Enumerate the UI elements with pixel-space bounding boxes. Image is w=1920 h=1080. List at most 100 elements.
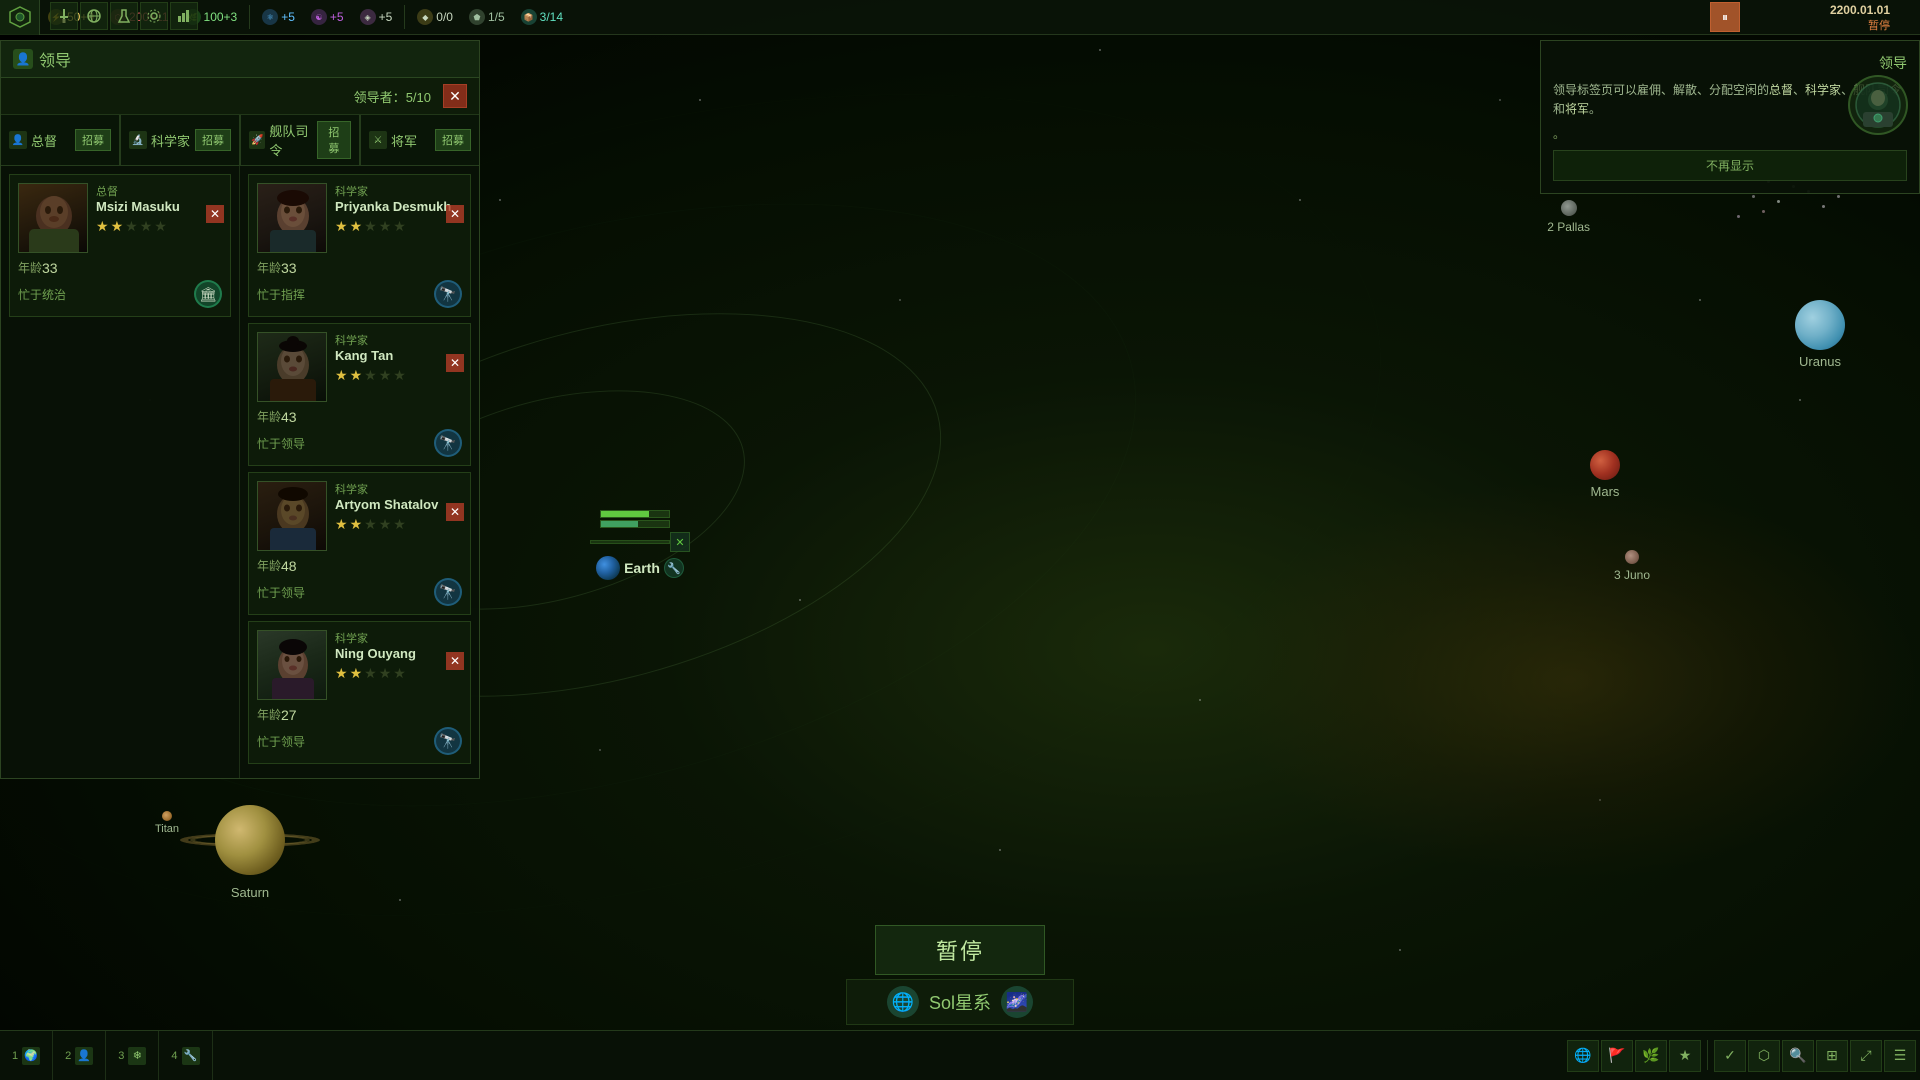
- tab-scientist[interactable]: 🔬 科学家 招募: [121, 115, 241, 165]
- no-show-button[interactable]: 不再显示: [1553, 150, 1907, 181]
- scientist-portrait-3: [257, 630, 327, 700]
- scientist-close-0[interactable]: ✕: [446, 205, 464, 223]
- scientist-close-3[interactable]: ✕: [446, 652, 464, 670]
- tool-btn-globe[interactable]: [80, 2, 108, 30]
- right-panel-title: 领导: [1553, 53, 1907, 73]
- earth-bar-1: [600, 510, 670, 518]
- saturn-planet[interactable]: Saturn: [180, 795, 320, 900]
- earth-planet-icon: [596, 556, 620, 580]
- tool-btn-gear[interactable]: [140, 2, 168, 30]
- pause-button[interactable]: ⏸: [1710, 2, 1740, 32]
- earth-name-label: Earth: [624, 560, 660, 576]
- minimap-btn-globe[interactable]: 🌐: [1567, 1040, 1599, 1072]
- empire-logo[interactable]: [0, 0, 40, 35]
- scientist-card-0: 科学家 Priyanka Desmukh ★★ ★★★ 年龄 33 忙于指挥: [248, 174, 471, 317]
- titan-indicator[interactable]: Titan: [155, 811, 179, 835]
- bottom-tab-2[interactable]: 3 ❄: [106, 1031, 159, 1080]
- governor-info-0: 总督 Msizi Masuku ★★ ★★★: [96, 183, 222, 253]
- scientist-name-0: Priyanka Desmukh: [335, 199, 462, 214]
- tool-btn-chart[interactable]: [170, 2, 198, 30]
- right-panel: 领导 领导标签页可以雇佣、解散、分配空闲的总督、科学家、舰队司令和将军。 。 不…: [1540, 40, 1920, 198]
- bottom-tab-3[interactable]: 4 🔧: [159, 1031, 212, 1080]
- governor-portrait-0: [18, 183, 88, 253]
- scientist-status-icon-2: 🔭: [434, 578, 462, 606]
- leader-panel-title: 领导: [39, 47, 71, 71]
- bottom-tab-icon-0: 🌍: [22, 1047, 40, 1065]
- minimap-btn-expand[interactable]: ⤢: [1850, 1040, 1882, 1072]
- bottom-tab-icon-3: 🔧: [182, 1047, 200, 1065]
- governor-close-0[interactable]: ✕: [206, 205, 224, 223]
- scientist-recruit-button[interactable]: 招募: [195, 129, 231, 151]
- mars-planet[interactable]: Mars: [1590, 450, 1620, 499]
- system-galaxy-icon[interactable]: 🌌: [1001, 986, 1033, 1018]
- close-leader-panel-button[interactable]: ✕: [443, 84, 467, 108]
- scientist-tab-icon: 🔬: [129, 131, 147, 149]
- governor-column: 总督 Msizi Masuku ★★ ★★★ 年龄 33 忙于统治 🏛: [1, 166, 240, 778]
- scientist-info-2: 科学家 Artyom Shatalov ★★ ★★★: [335, 481, 462, 551]
- scientist-type-3: 科学家: [335, 630, 462, 646]
- scientist-status-row-0: 忙于指挥 🔭: [257, 280, 462, 308]
- juno-planet[interactable]: 3 Juno: [1614, 550, 1650, 582]
- resource-alloy: ⬟ 1/5: [461, 9, 513, 25]
- governor-stars-0: ★★ ★★★: [96, 218, 222, 235]
- minimap-btn-tree[interactable]: 🌿: [1635, 1040, 1667, 1072]
- governor-tab-icon: 👤: [9, 131, 27, 149]
- bottom-tab-1[interactable]: 2 👤: [53, 1031, 106, 1080]
- minimap-btn-star[interactable]: ★: [1669, 1040, 1701, 1072]
- minimap-btn-search[interactable]: 🔍: [1782, 1040, 1814, 1072]
- earth-bar-2: [600, 520, 670, 528]
- mars-label: Mars: [1591, 484, 1620, 499]
- scientist-card-1: 科学家 Kang Tan ★★ ★★★ 年龄 43 忙于领导 🔭: [248, 323, 471, 466]
- minimap-btn-flag[interactable]: 🚩: [1601, 1040, 1633, 1072]
- governor-card-0: 总督 Msizi Masuku ★★ ★★★ 年龄 33 忙于统治 🏛: [9, 174, 231, 317]
- leader-content: 总督 Msizi Masuku ★★ ★★★ 年龄 33 忙于统治 🏛: [1, 166, 479, 778]
- tab-admiral[interactable]: 🚀 舰队司令 招募: [241, 115, 361, 165]
- scientist-name-1: Kang Tan: [335, 348, 462, 363]
- pause-banner: 暂停: [875, 925, 1045, 975]
- scientist-status-row-3: 忙于领导 🔭: [257, 727, 462, 755]
- governor-name-0: Msizi Masuku: [96, 199, 222, 214]
- uranus-planet[interactable]: Uranus: [1795, 300, 1845, 369]
- admiral-recruit-button[interactable]: 招募: [317, 121, 351, 159]
- pallas-label: 2 Pallas: [1547, 220, 1590, 234]
- bottom-tab-icon-1: 👤: [75, 1047, 93, 1065]
- general-tab-label: 将军: [391, 131, 417, 150]
- minimap-btn-check[interactable]: ✓: [1714, 1040, 1746, 1072]
- resource-unity: ☯ +5: [303, 9, 352, 25]
- minimap-btn-map[interactable]: ⊞: [1816, 1040, 1848, 1072]
- scientist-info-0: 科学家 Priyanka Desmukh ★★ ★★★: [335, 183, 462, 253]
- tool-btn-science[interactable]: [110, 2, 138, 30]
- tab-general[interactable]: ⚔ 将军 招募: [361, 115, 479, 165]
- scientist-age-0: 33: [281, 260, 297, 276]
- minimap-btn-list[interactable]: ☰: [1884, 1040, 1916, 1072]
- leader-panel-header: 领导者：5/10 ✕: [1, 78, 479, 115]
- scientist-type-1: 科学家: [335, 332, 462, 348]
- pallas-planet[interactable]: 2 Pallas: [1547, 200, 1590, 234]
- governor-recruit-button[interactable]: 招募: [75, 129, 111, 151]
- scientist-status-row-2: 忙于领导 🔭: [257, 578, 462, 606]
- earth-action-icon[interactable]: 🔧: [664, 558, 684, 578]
- earth-indicator[interactable]: ✕ Earth 🔧: [590, 510, 690, 580]
- scientist-status-icon-3: 🔭: [434, 727, 462, 755]
- general-recruit-button[interactable]: 招募: [435, 129, 471, 151]
- tool-btn-sword[interactable]: [50, 2, 78, 30]
- scientist-status-row-1: 忙于领导 🔭: [257, 429, 462, 457]
- minimap-btn-shield[interactable]: ⬡: [1748, 1040, 1780, 1072]
- scientist-status-2: 忙于领导: [257, 584, 305, 601]
- scientist-close-2[interactable]: ✕: [446, 503, 464, 521]
- leader-panel-titlebar: 👤 领导: [1, 41, 479, 78]
- resource-science: ⚛ +5: [254, 9, 303, 25]
- scientist-card-2: 科学家 Artyom Shatalov ★★ ★★★ 年龄 48 忙于领导: [248, 472, 471, 615]
- scientist-close-1[interactable]: ✕: [446, 354, 464, 372]
- center-bottom: 暂停 🌐 Sol星系 🌌: [846, 925, 1074, 1025]
- governor-age-label-0: 年龄: [18, 259, 42, 276]
- leader-avatar: [1848, 75, 1908, 135]
- bottom-tab-0[interactable]: 1 🌍: [0, 1031, 53, 1080]
- admiral-tab-icon: 🚀: [249, 131, 265, 149]
- system-globe-icon[interactable]: 🌐: [887, 986, 919, 1018]
- scientist-name-3: Ning Ouyang: [335, 646, 462, 661]
- governor-age-0: 33: [42, 260, 58, 276]
- tab-governor[interactable]: 👤 总督 招募: [1, 115, 121, 165]
- leader-panel-icon: 👤: [13, 49, 33, 69]
- leader-tabs: 👤 总督 招募 🔬 科学家 招募 🚀 舰队司令 招募 ⚔ 将军: [1, 115, 479, 166]
